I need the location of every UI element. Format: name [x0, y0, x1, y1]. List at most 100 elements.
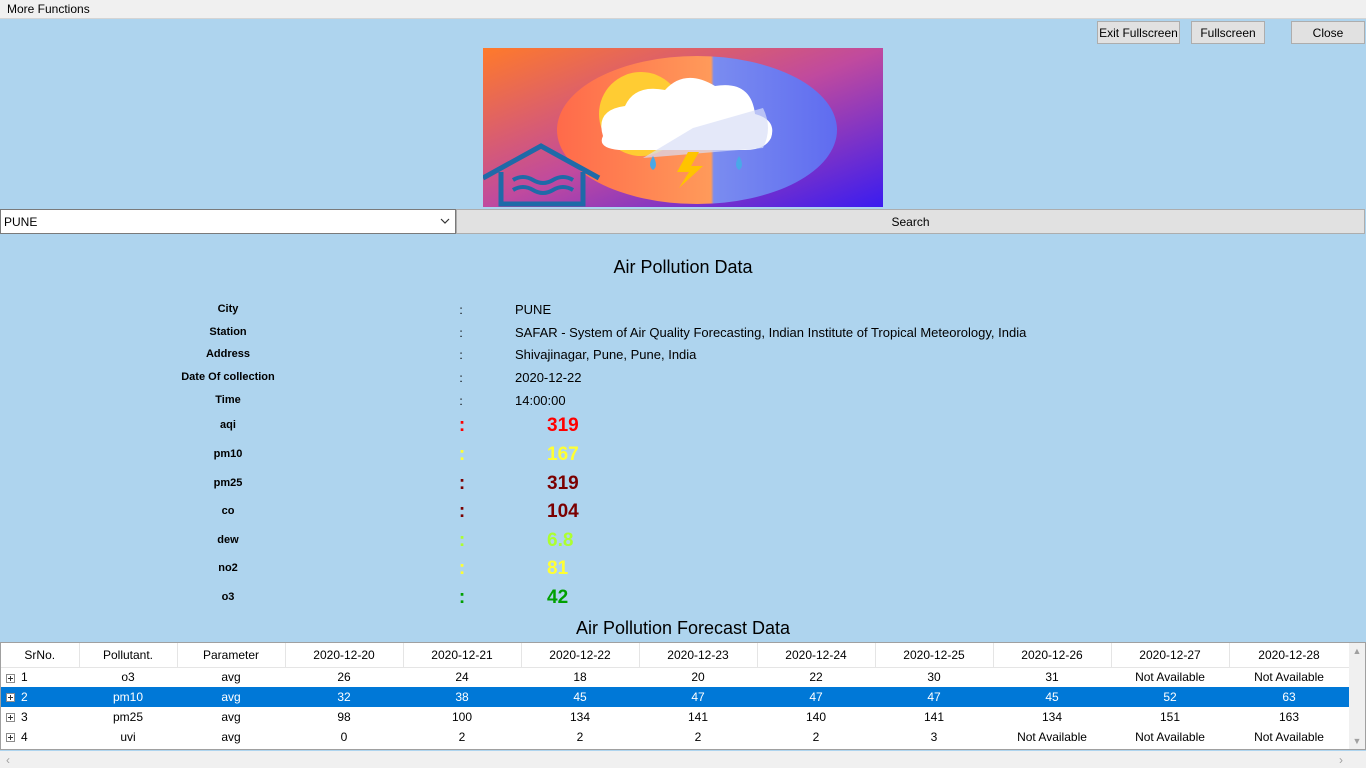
- pollutant-colon: :: [458, 415, 466, 436]
- table-cell: o3: [121, 670, 135, 685]
- table-cell: 2: [812, 730, 820, 744]
- table-cell: 38: [403, 687, 521, 707]
- table-cell: 151: [1159, 710, 1181, 724]
- table-cell: pm10: [79, 687, 177, 707]
- table-cell: 141: [687, 710, 709, 724]
- info-value-station: SAFAR - System of Air Quality Forecastin…: [515, 325, 1027, 340]
- table-cell: 45: [993, 687, 1111, 707]
- table-cell: 45: [521, 687, 639, 707]
- table-row[interactable]: 4 uvi avg 0 2 2 2 2 3 Not Available Not …: [1, 727, 1349, 747]
- pollutant-value-aqi: 319: [547, 415, 579, 436]
- info-value-address: Shivajinagar, Pune, Pune, India: [515, 347, 697, 362]
- info-colon: :: [459, 303, 463, 317]
- table-cell: 18: [573, 670, 587, 685]
- column-header[interactable]: SrNo.: [1, 643, 80, 668]
- scroll-up-icon[interactable]: ▲: [1349, 643, 1365, 659]
- pollutant-colon: :: [458, 587, 466, 608]
- column-header[interactable]: 2020-12-26: [993, 643, 1112, 668]
- column-header[interactable]: 2020-12-28: [1229, 643, 1350, 668]
- table-cell: 31: [1045, 670, 1059, 685]
- column-header[interactable]: 2020-12-21: [403, 643, 522, 668]
- table-cell: Not Available: [1254, 730, 1324, 744]
- scroll-left-icon[interactable]: ‹: [0, 751, 16, 768]
- table-cell-srno: 1: [1, 667, 79, 687]
- table-cell: avg: [221, 670, 241, 685]
- pollutant-value-pm25: 319: [547, 473, 579, 494]
- table-cell: avg: [221, 710, 241, 724]
- forecast-table[interactable]: SrNo. Pollutant. Parameter 2020-12-20 20…: [0, 642, 1366, 750]
- table-row[interactable]: 2 pm10 avg 32 38 45 47 47 47 45 52 63: [1, 687, 1349, 707]
- column-header[interactable]: 2020-12-23: [639, 643, 758, 668]
- column-header[interactable]: 2020-12-25: [875, 643, 994, 668]
- menu-bar: More Functions: [0, 0, 1366, 19]
- table-cell: Not Available: [1017, 730, 1087, 744]
- column-header[interactable]: 2020-12-27: [1111, 643, 1230, 668]
- table-cell: 26: [337, 670, 351, 685]
- pollutant-label-o3: o3: [221, 591, 235, 603]
- pollutant-colon: :: [458, 558, 466, 579]
- pollutant-label-co: co: [221, 505, 235, 517]
- table-cell: 134: [1041, 710, 1063, 724]
- column-header[interactable]: Pollutant.: [79, 643, 178, 668]
- fullscreen-button[interactable]: Fullscreen: [1191, 21, 1265, 44]
- table-cell: 3: [930, 730, 938, 744]
- info-label-address: Address: [205, 348, 251, 360]
- table-cell: 47: [875, 687, 993, 707]
- table-cell: uvi: [120, 730, 136, 744]
- table-cell: 63: [1229, 687, 1349, 707]
- expand-icon[interactable]: [6, 713, 15, 723]
- table-cell: 2: [458, 730, 466, 744]
- vertical-scrollbar[interactable]: ▲ ▼: [1349, 643, 1365, 749]
- pollutant-colon: :: [458, 444, 466, 465]
- table-row[interactable]: 1 o3 avg 26 24 18 20 22 30 31 Not Availa…: [1, 667, 1349, 687]
- info-value-city: PUNE: [515, 302, 552, 317]
- table-cell: 163: [1278, 710, 1300, 724]
- table-cell: 52: [1111, 687, 1229, 707]
- table-cell: pm25: [112, 710, 144, 724]
- city-select[interactable]: PUNE: [0, 209, 456, 234]
- table-cell: Not Available: [1135, 730, 1205, 744]
- pollutant-value-dew: 6.8: [547, 530, 574, 551]
- weather-logo-banner: [483, 48, 883, 207]
- close-button[interactable]: Close: [1291, 21, 1365, 44]
- expand-icon[interactable]: [6, 733, 15, 743]
- search-button[interactable]: Search: [456, 209, 1365, 234]
- chevron-down-icon[interactable]: [438, 214, 452, 228]
- table-cell: Not Available: [1254, 670, 1324, 685]
- table-cell: avg: [221, 730, 241, 744]
- info-label-city: City: [217, 303, 239, 315]
- pollutant-colon: :: [458, 473, 466, 494]
- column-header[interactable]: 2020-12-24: [757, 643, 876, 668]
- menu-more-functions[interactable]: More Functions: [7, 2, 90, 16]
- horizontal-scrollbar[interactable]: ‹ ›: [0, 751, 1366, 768]
- table-row[interactable]: 3 pm25 avg 98 100 134 141 140 141 134 15…: [1, 707, 1349, 727]
- table-cell-srno: 4: [1, 727, 79, 747]
- pollutant-label-no2: no2: [218, 562, 238, 574]
- scroll-down-icon[interactable]: ▼: [1349, 733, 1365, 749]
- info-label-time: Time: [215, 394, 241, 406]
- table-cell: 30: [927, 670, 941, 685]
- expand-icon[interactable]: [6, 673, 15, 683]
- column-header[interactable]: 2020-12-22: [521, 643, 640, 668]
- table-cell: 0: [340, 730, 348, 744]
- column-header[interactable]: Parameter: [177, 643, 286, 668]
- city-select-value: PUNE: [4, 214, 38, 229]
- table-cell: Not Available: [1135, 670, 1205, 685]
- pollutant-label-pm25: pm25: [213, 477, 243, 489]
- scroll-right-icon[interactable]: ›: [1333, 751, 1349, 768]
- info-value-time: 14:00:00: [515, 393, 566, 408]
- pollutant-value-co: 104: [547, 501, 579, 522]
- info-colon: :: [459, 371, 463, 385]
- table-cell: 134: [569, 710, 591, 724]
- info-label-station: Station: [209, 326, 247, 338]
- table-cell: 2: [576, 730, 584, 744]
- table-cell: 2: [694, 730, 702, 744]
- table-cell: 24: [455, 670, 469, 685]
- column-header[interactable]: 2020-12-20: [285, 643, 404, 668]
- pollutant-label-dew: dew: [217, 534, 239, 546]
- table-cell: 47: [639, 687, 757, 707]
- table-cell: 98: [337, 710, 351, 724]
- pollutant-value-no2: 81: [547, 558, 569, 579]
- expand-icon[interactable]: [6, 693, 15, 703]
- exit-fullscreen-button[interactable]: Exit Fullscreen: [1097, 21, 1180, 44]
